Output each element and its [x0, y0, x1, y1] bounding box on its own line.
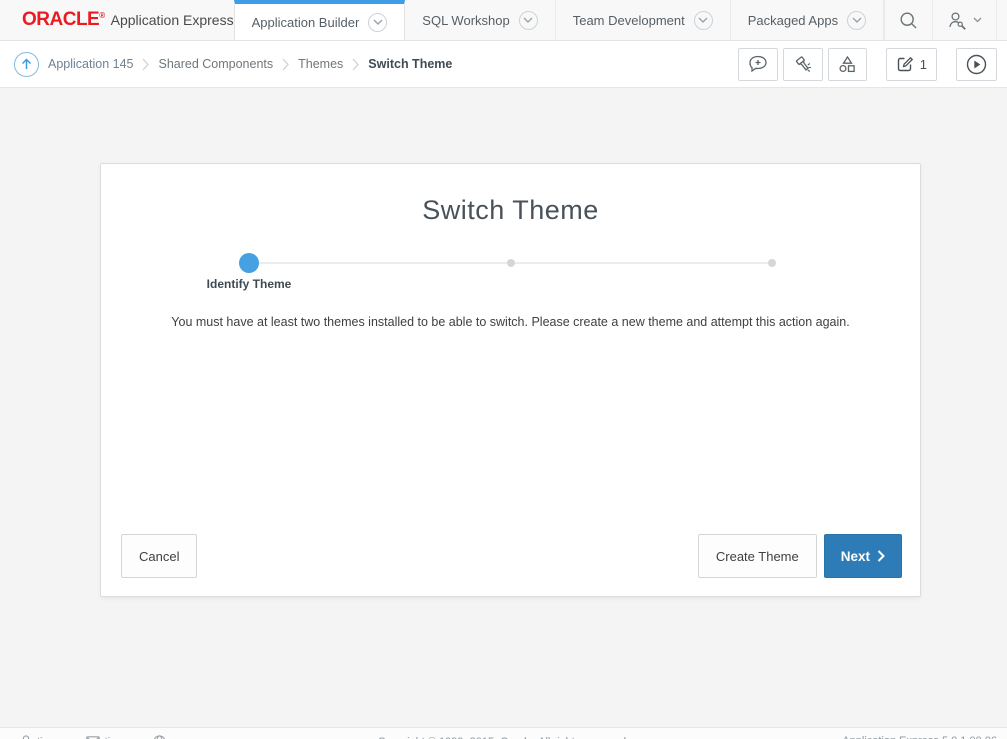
breadcrumb-shared-components[interactable]: Shared Components — [158, 57, 273, 71]
wizard-step-1-label: Identify Theme — [207, 277, 292, 291]
shared-components-button[interactable] — [828, 48, 867, 81]
breadcrumb-application[interactable]: Application 145 — [48, 57, 133, 71]
flashlight-icon — [793, 55, 813, 74]
tab-label: Application Builder — [252, 15, 360, 30]
arrow-up-icon — [21, 58, 32, 70]
run-play-icon — [966, 54, 987, 75]
product-name: Application Express — [111, 12, 234, 28]
tab-sql-workshop[interactable]: SQL Workshop — [405, 0, 555, 40]
chevron-down-icon — [973, 17, 982, 23]
create-theme-button[interactable]: Create Theme — [698, 534, 817, 578]
chevron-down-icon[interactable] — [847, 11, 866, 30]
chevron-down-icon[interactable] — [694, 11, 713, 30]
spotlight-search-button[interactable] — [783, 48, 823, 81]
footer-email: tim — [86, 735, 120, 739]
wizard-progress: Identify Theme — [249, 253, 772, 273]
next-button-label: Next — [841, 549, 870, 564]
wizard-step-2-dot — [507, 259, 515, 267]
page-footer: tim tim en Copyright © 1999, 2015, Oracl… — [0, 727, 1007, 739]
help-menu-button[interactable] — [996, 0, 1007, 40]
tab-packaged-apps[interactable]: Packaged Apps — [731, 0, 884, 40]
topbar: ORACLE Application Express Application B… — [0, 0, 1007, 41]
chevron-right-icon — [877, 550, 885, 562]
breadcrumb-themes[interactable]: Themes — [298, 57, 343, 71]
tab-label: Packaged Apps — [748, 13, 838, 28]
cancel-button[interactable]: Cancel — [121, 534, 197, 578]
wizard-message: You must have at least two themes instal… — [101, 315, 920, 329]
switch-theme-wizard: Switch Theme Identify Theme You must hav… — [100, 163, 921, 597]
page-toolbar: 1 — [738, 48, 997, 81]
edit-page-button[interactable]: 1 — [886, 48, 937, 81]
footer-language-code: en — [171, 736, 183, 739]
topbar-actions — [884, 0, 1007, 40]
footer-user-name: tim — [37, 736, 52, 739]
footer-email-name: tim — [105, 736, 120, 739]
app-home-button[interactable] — [14, 52, 39, 77]
edit-page-number: 1 — [920, 57, 927, 72]
comment-plus-icon — [748, 55, 768, 73]
breadcrumb-separator-icon — [142, 58, 149, 71]
footer-user: tim — [20, 735, 52, 739]
breadcrumb-current-switch-theme: Switch Theme — [368, 57, 452, 71]
oracle-apex-logo[interactable]: ORACLE Application Express — [0, 0, 234, 40]
administration-menu-button[interactable] — [932, 0, 996, 40]
tab-label: Team Development — [573, 13, 685, 28]
shapes-icon — [838, 55, 857, 73]
breadcrumb-separator-icon — [282, 58, 289, 71]
oracle-wordmark: ORACLE — [22, 9, 105, 31]
footer-language: en — [153, 735, 183, 739]
search-icon — [899, 11, 918, 30]
breadcrumb-separator-icon — [352, 58, 359, 71]
edit-page-icon — [896, 55, 914, 73]
page-content: Switch Theme Identify Theme You must hav… — [0, 89, 1007, 727]
next-button[interactable]: Next — [824, 534, 902, 578]
tab-application-builder[interactable]: Application Builder — [234, 0, 406, 40]
breadcrumb-bar: Application 145 Shared Components Themes… — [0, 41, 1007, 88]
wizard-buttons: Cancel Create Theme Next — [101, 534, 920, 596]
search-button[interactable] — [884, 0, 932, 40]
tab-team-development[interactable]: Team Development — [556, 0, 731, 40]
chevron-down-icon[interactable] — [519, 11, 538, 30]
wizard-title: Switch Theme — [101, 195, 920, 226]
globe-icon — [153, 735, 166, 739]
feedback-button[interactable] — [738, 48, 778, 81]
wizard-step-1-dot — [239, 253, 259, 273]
chevron-down-icon[interactable] — [368, 13, 387, 32]
wizard-buttons-right: Create Theme Next — [698, 534, 902, 578]
footer-version: Application Express 5.0.1.00.06 — [842, 735, 997, 739]
user-wrench-icon — [947, 11, 968, 30]
main-nav-tabs: Application Builder SQL Workshop Team De… — [234, 0, 884, 40]
footer-left: tim tim en — [20, 735, 218, 739]
tab-label: SQL Workshop — [422, 13, 509, 28]
person-icon — [20, 735, 32, 739]
run-application-button[interactable] — [956, 48, 997, 81]
wizard-step-3-dot — [768, 259, 776, 267]
